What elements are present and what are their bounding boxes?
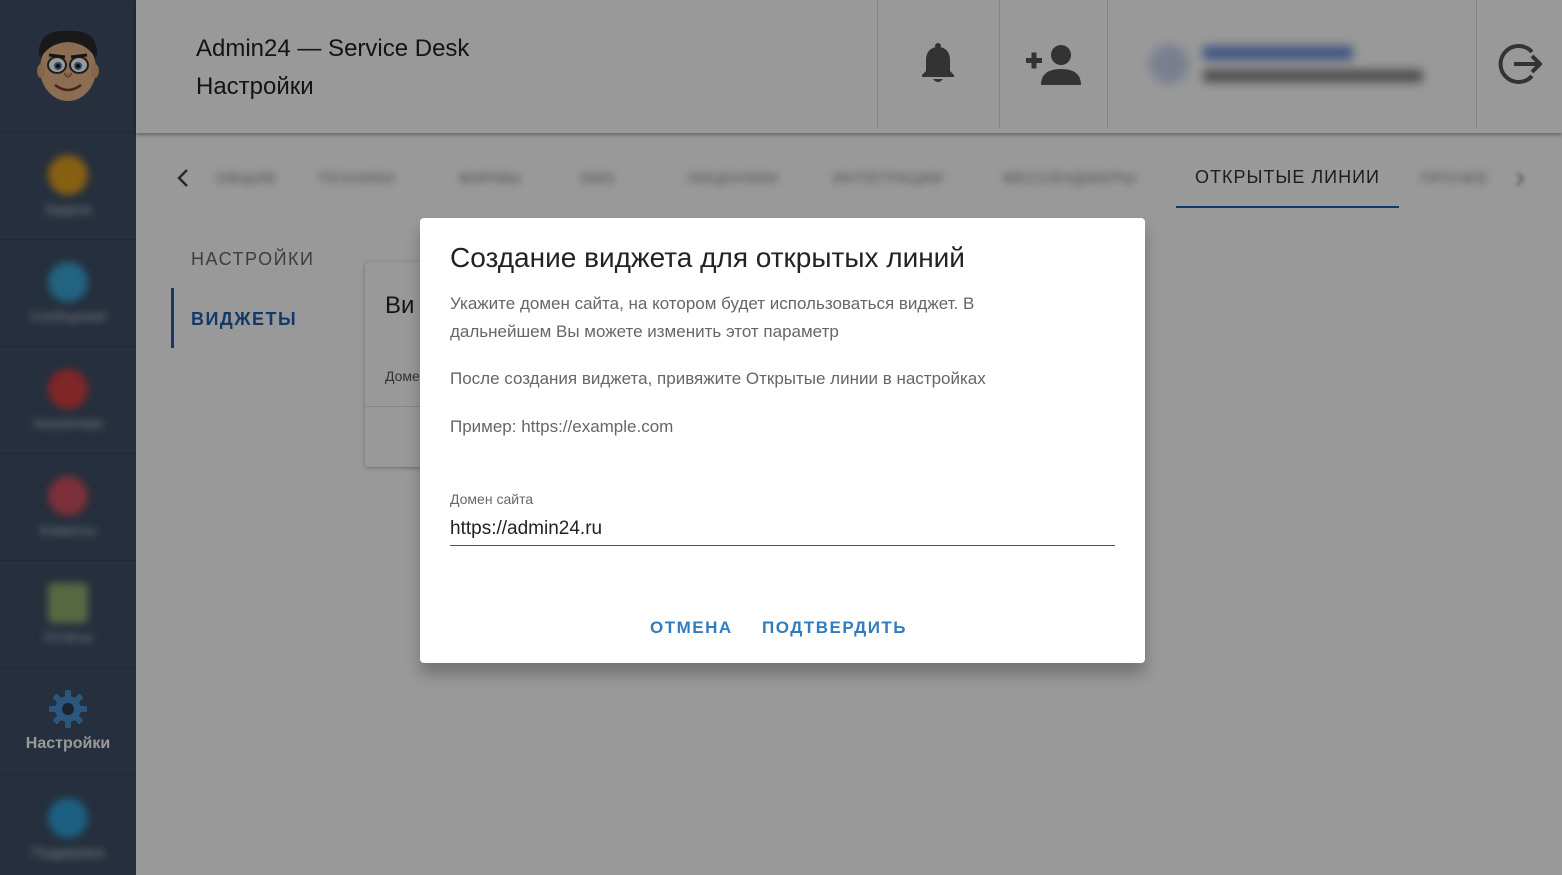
dialog-hint: После создания виджета, привяжите Открыт…	[450, 369, 986, 388]
confirm-button[interactable]: ПОДТВЕРДИТЬ	[762, 618, 907, 638]
create-widget-dialog: Создание виджета для открытых линий Укаж…	[420, 218, 1145, 663]
dialog-description: Укажите домен сайта, на котором будет ис…	[450, 294, 975, 341]
domain-field-label: Домен сайта	[450, 491, 534, 507]
dialog-title: Создание виджета для открытых линий	[450, 242, 965, 273]
dialog-example: Пример: https://example.com	[450, 417, 674, 436]
app-root: Задачи Сообщения Аналитика Клиенты Отчёт…	[0, 0, 1562, 875]
cancel-button[interactable]: ОТМЕНА	[650, 618, 733, 638]
domain-input[interactable]	[450, 512, 1115, 546]
